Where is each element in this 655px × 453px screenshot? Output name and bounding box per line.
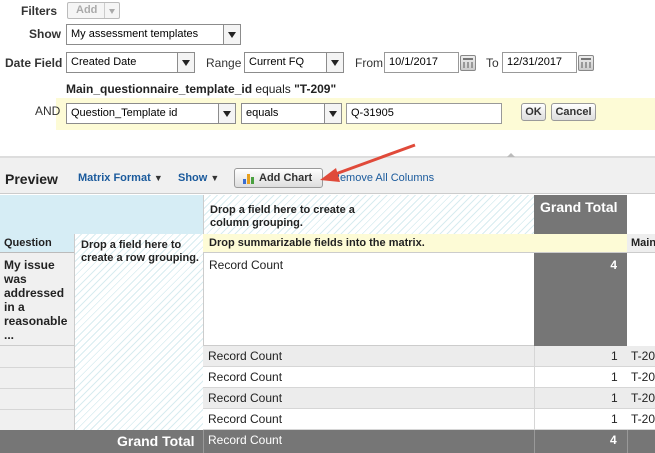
- condition-operator: equals: [255, 82, 291, 96]
- logic-field-select[interactable]: Question_Template id: [66, 103, 236, 124]
- record-count-total: 4: [610, 258, 617, 272]
- cell-divider: [534, 388, 535, 409]
- question-value: My issue was addressed in a reasonable .…: [4, 258, 68, 342]
- grand-total-record-label: Record Count: [208, 433, 283, 447]
- question-column-header: Question: [0, 234, 74, 253]
- preview-title: Preview: [5, 171, 58, 187]
- record-count-label: Record Count: [209, 258, 284, 272]
- record-count-cell: Record Count: [203, 253, 534, 346]
- cell-divider: [534, 346, 535, 367]
- from-label: From: [355, 56, 383, 70]
- chevron-down-icon: [326, 53, 343, 72]
- summarize-drop-text: Drop summarizable fields into the matrix…: [209, 237, 425, 249]
- date-field-select[interactable]: Created Date: [66, 52, 195, 73]
- row-value: 1: [611, 412, 618, 426]
- main-column-header: Main: [627, 234, 655, 253]
- calendar-icon[interactable]: [460, 55, 476, 71]
- add-filter-divider: [104, 3, 105, 18]
- grand-total-column-header: Grand Total: [534, 195, 627, 234]
- summarize-drop-zone[interactable]: Drop summarizable fields into the matrix…: [203, 234, 627, 253]
- logic-operator-select[interactable]: equals: [241, 103, 342, 124]
- and-label: AND: [35, 104, 61, 118]
- logic-value-input[interactable]: Q-31905: [346, 103, 502, 124]
- row-divider: [0, 388, 74, 389]
- row-label: Record Count: [208, 349, 283, 363]
- show-select-value: My assessment templates: [71, 28, 199, 40]
- triangle-down-icon: ▼: [153, 173, 163, 183]
- row-label: Record Count: [208, 391, 283, 405]
- filter-condition: Main_questionnaire_template_id equals "T…: [66, 82, 336, 96]
- row-value: 1: [611, 391, 618, 405]
- table-row: Record Count 1 T-20: [203, 388, 655, 409]
- row-partial: T-20: [631, 370, 655, 384]
- grand-total-header-text: Grand Total: [540, 199, 618, 215]
- matrix-format-label: Matrix Format: [78, 172, 151, 184]
- row-label: Record Count: [208, 370, 283, 384]
- cell-divider: [203, 430, 204, 453]
- collapse-handle-icon[interactable]: [507, 153, 515, 157]
- cell-divider: [534, 409, 535, 430]
- range-value: Current FQ: [249, 56, 305, 68]
- chevron-down-icon: [223, 25, 240, 44]
- row-partial: T-20: [631, 412, 655, 426]
- cancel-button[interactable]: Cancel: [551, 103, 596, 121]
- row-drop-text: Drop a field here to create a row groupi…: [81, 239, 199, 264]
- chevron-down-icon: [109, 9, 115, 14]
- grand-total-row: Grand Total Record Count 4: [0, 430, 655, 453]
- to-date-input[interactable]: 12/31/2017: [502, 52, 577, 73]
- add-chart-label: Add Chart: [259, 172, 313, 184]
- show-menu[interactable]: Show ▼: [178, 172, 219, 184]
- condition-field: Main_questionnaire_template_id: [66, 82, 253, 96]
- show-menu-label: Show: [178, 172, 208, 184]
- date-field-value: Created Date: [71, 56, 137, 68]
- calendar-icon[interactable]: [578, 55, 594, 71]
- date-field-label: Date Field: [5, 56, 63, 70]
- condition-value: "T-209": [294, 82, 337, 96]
- row-drop-zone[interactable]: Drop a field here to create a row groupi…: [74, 234, 203, 430]
- show-select[interactable]: My assessment templates: [66, 24, 241, 45]
- table-row: Record Count 1 T-20: [203, 409, 655, 430]
- main-header-text: Main: [631, 237, 655, 249]
- range-label: Range: [206, 56, 242, 70]
- question-header-text: Question: [4, 237, 52, 249]
- main-column-spacer: [627, 195, 655, 234]
- ok-button[interactable]: OK: [521, 103, 546, 121]
- filters-label: Filters: [21, 4, 58, 18]
- cell-divider: [534, 430, 535, 453]
- grand-total-value: 4: [610, 433, 617, 447]
- record-count-total-cell: 4: [534, 253, 627, 346]
- row-partial: T-20: [631, 391, 655, 405]
- row-divider: [0, 409, 74, 410]
- add-filter-button[interactable]: Add: [67, 2, 120, 19]
- show-label: Show: [29, 27, 61, 41]
- bar-chart-icon: [243, 173, 255, 184]
- matrix-format-menu[interactable]: Matrix Format ▼: [78, 172, 163, 184]
- row-value: 1: [611, 370, 618, 384]
- range-select[interactable]: Current FQ: [244, 52, 344, 73]
- to-label: To: [486, 56, 499, 70]
- cell-divider: [534, 367, 535, 388]
- row-value: 1: [611, 349, 618, 363]
- table-row: Record Count 1 T-20: [203, 367, 655, 388]
- chevron-down-icon: [324, 104, 341, 123]
- column-drop-zone[interactable]: Drop a field here to create a column gro…: [203, 195, 534, 234]
- annotation-arrow-icon: [320, 143, 416, 182]
- from-date-input[interactable]: 10/1/2017: [384, 52, 459, 73]
- triangle-down-icon: ▼: [210, 173, 220, 183]
- chevron-down-icon: [218, 104, 235, 123]
- logic-field-value: Question_Template id: [71, 107, 178, 119]
- cell-divider: [627, 430, 628, 453]
- row-label: Record Count: [208, 412, 283, 426]
- row-divider: [0, 367, 74, 368]
- column-drop-text: Drop a field here to create a column gro…: [210, 204, 355, 229]
- add-filter-label: Add: [76, 4, 98, 16]
- table-row: Record Count 1 T-20: [203, 346, 655, 367]
- grand-total-label: Grand Total: [117, 433, 195, 449]
- logic-operator-value: equals: [246, 107, 279, 119]
- matrix-corner: [0, 195, 203, 234]
- row-partial: T-20: [631, 349, 655, 363]
- question-group-cell: My issue was addressed in a reasonable .…: [0, 253, 74, 346]
- chevron-down-icon: [177, 53, 194, 72]
